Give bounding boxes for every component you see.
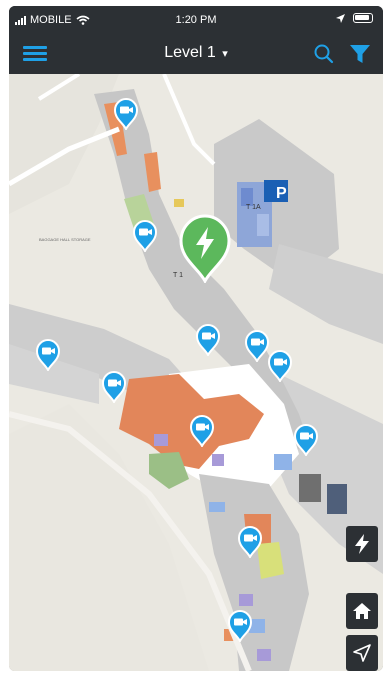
home-icon — [353, 603, 371, 619]
camera-pin[interactable] — [113, 97, 139, 132]
label-parking: P — [276, 185, 287, 202]
search-icon — [314, 44, 334, 64]
status-bar: MOBILE 1:20 PM — [9, 6, 383, 34]
lightning-icon — [179, 214, 231, 285]
lightning-icon — [355, 534, 369, 554]
camera-pin[interactable] — [267, 349, 293, 384]
label-t1a: T 1A — [246, 204, 261, 211]
camera-icon — [293, 423, 319, 458]
camera-pin[interactable] — [293, 423, 319, 458]
label-small-note: BAGGAGE HALL STORAGE — [39, 237, 91, 242]
status-icons — [336, 13, 373, 23]
camera-icon — [113, 97, 139, 132]
chevron-down-icon: ▾ — [222, 48, 228, 60]
camera-pin[interactable] — [132, 219, 158, 254]
camera-pin[interactable] — [189, 414, 215, 449]
charging-filter-button[interactable] — [346, 526, 378, 562]
indoor-map[interactable]: T 1 T 1A P BAGGAGE HALL STORAGE — [9, 74, 383, 671]
location-arrow-icon — [336, 13, 345, 23]
navigate-button[interactable] — [346, 635, 378, 671]
camera-icon — [267, 349, 293, 384]
camera-pin[interactable] — [237, 525, 263, 560]
navigation-arrow-icon — [353, 644, 371, 662]
level-title: Level 1 — [164, 44, 216, 61]
filter-button[interactable] — [347, 41, 373, 67]
camera-icon — [237, 525, 263, 560]
nav-bar: Level 1 ▾ — [9, 34, 383, 74]
camera-pin[interactable] — [101, 370, 127, 405]
home-button[interactable] — [346, 593, 378, 629]
camera-icon — [189, 414, 215, 449]
phone-screen: MOBILE 1:20 PM Level 1 ▾ T 1 T 1A P BAGG… — [9, 6, 383, 671]
camera-icon — [195, 323, 221, 358]
charging-station-pin[interactable] — [177, 213, 233, 285]
camera-pin[interactable] — [227, 609, 253, 644]
camera-icon — [35, 338, 61, 373]
camera-icon — [227, 609, 253, 644]
camera-pin[interactable] — [35, 338, 61, 373]
status-time: 1:20 PM — [175, 14, 217, 26]
camera-icon — [101, 370, 127, 405]
map-floorplan: T 1 T 1A P BAGGAGE HALL STORAGE — [9, 74, 383, 671]
filter-icon — [350, 45, 370, 63]
battery-icon — [353, 13, 373, 23]
search-button[interactable] — [311, 41, 337, 67]
camera-icon — [132, 219, 158, 254]
camera-pin[interactable] — [195, 323, 221, 358]
